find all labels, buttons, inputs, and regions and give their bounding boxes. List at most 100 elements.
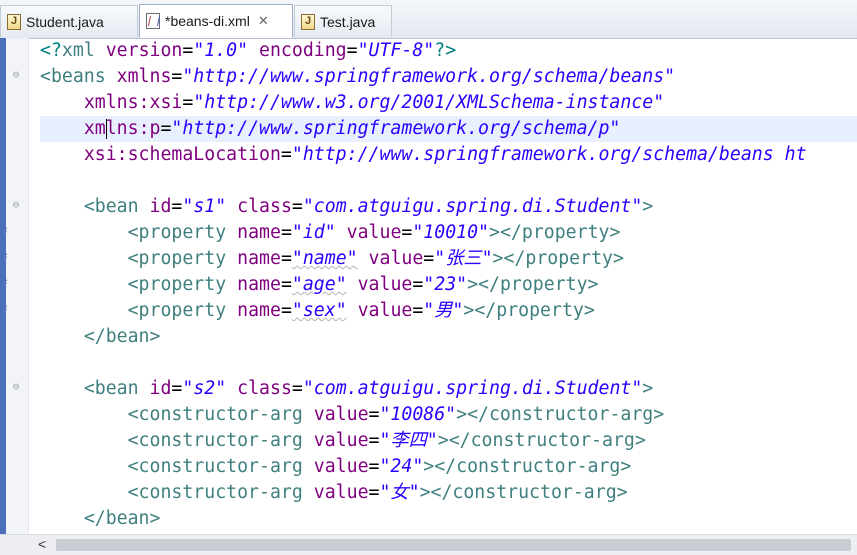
code-line[interactable]: <?xml version="1.0" encoding="UTF-8"?> <box>40 38 456 64</box>
code-text: = <box>401 222 413 243</box>
xml-tag: ></constructor-arg> <box>419 482 628 503</box>
xml-tag: ></property> <box>463 300 595 321</box>
code-line[interactable]: </bean> <box>40 324 161 350</box>
code-text: = <box>412 274 424 295</box>
code-line[interactable]: </bean> <box>40 506 161 532</box>
xml-tag: ></constructor-arg> <box>456 404 665 425</box>
code-line[interactable]: <beans xmlns="http://www.springframework… <box>40 64 675 90</box>
xml-tag: <constructor-arg <box>127 456 303 477</box>
code-line[interactable]: <property name="age" value="23"></proper… <box>40 272 599 298</box>
attribute-name: id <box>149 378 172 399</box>
xml-tag: <property <box>127 300 227 321</box>
attribute-value: "男" <box>423 300 464 321</box>
code-text: = <box>412 300 424 321</box>
scrollbar-thumb[interactable] <box>56 539 851 551</box>
xml-tag: <bean <box>83 378 139 399</box>
xml-tag: <bean <box>83 196 139 217</box>
attribute-value: "10010" <box>412 222 490 243</box>
attribute-name: xmlns:xsi <box>83 92 183 113</box>
code-line[interactable]: <bean id="s2" class="com.atguigu.spring.… <box>40 376 653 402</box>
code-line[interactable]: <constructor-arg value="24"></constructo… <box>40 454 632 480</box>
horizontal-scrollbar[interactable]: < <box>0 534 857 555</box>
fold-collapse-icon[interactable]: ⊖ <box>6 198 26 211</box>
attribute-name: id <box>149 196 172 217</box>
code-line[interactable]: <constructor-arg value="女"></constructor… <box>40 480 628 506</box>
xml-tag: <property <box>127 274 227 295</box>
code-text: = <box>291 196 303 217</box>
code-line[interactable]: <constructor-arg value="10086"></constru… <box>40 402 665 428</box>
attribute-name: xm <box>83 118 106 139</box>
code-line[interactable]: <bean id="s1" class="com.atguigu.spring.… <box>40 194 653 220</box>
attribute-value: "李四" <box>379 430 438 451</box>
attribute-name: name <box>237 248 281 269</box>
xml-tag: ></property> <box>467 274 599 295</box>
code-line[interactable]: xmlns:xsi="http://www.w3.org/2001/XMLSch… <box>40 90 664 116</box>
code-text: = <box>368 482 380 503</box>
fold-collapse-icon[interactable]: ⊖ <box>6 380 26 393</box>
fold-collapse-icon[interactable]: ⊖ <box>6 68 26 81</box>
code-editor[interactable]: <?xml version="1.0" encoding="UTF-8"?> <b… <box>40 38 857 534</box>
xml-tag: <property <box>127 248 227 269</box>
close-icon[interactable]: ✕ <box>258 13 269 29</box>
attribute-value: "http://www.springframework.org/schema/b… <box>291 144 807 165</box>
scroll-left-arrow-icon[interactable]: < <box>38 536 46 552</box>
code-line[interactable]: xmlns:p="http://www.springframework.org/… <box>40 116 620 142</box>
info-marker-icon: i <box>4 252 8 264</box>
code-text: = <box>280 222 292 243</box>
attribute-name: value <box>346 222 402 243</box>
attribute-name: name <box>237 222 281 243</box>
code-text: = <box>171 196 183 217</box>
xml-tag: <constructor-arg <box>127 404 303 425</box>
attribute-value: "http://www.springframework.org/schema/b… <box>182 66 676 87</box>
attribute-value: "age" <box>291 274 347 295</box>
editor-tab-bar: Student.java *beans-di.xml ✕ Test.java <box>0 0 857 39</box>
code-line[interactable]: xsi:schemaLocation="http://www.springfra… <box>40 142 807 168</box>
attribute-value: "sex" <box>291 300 347 321</box>
code-line[interactable]: <property name="name" value="张三"></prope… <box>40 246 624 272</box>
xml-tag: ?> <box>434 40 457 61</box>
java-file-icon <box>7 13 21 30</box>
attribute-value: "http://www.springframework.org/schema/p… <box>171 118 621 139</box>
code-line[interactable]: <property name="sex" value="男"></propert… <box>40 298 595 324</box>
code-text: = <box>280 248 292 269</box>
attribute-name: class <box>237 378 292 399</box>
attribute-name: class <box>237 196 292 217</box>
code-line[interactable]: <constructor-arg value="李四"></constructo… <box>40 428 646 454</box>
code-text: = <box>182 40 194 61</box>
tab-beans-di-xml[interactable]: *beans-di.xml ✕ <box>139 4 293 38</box>
xml-tag: xml <box>61 40 95 61</box>
attribute-name: encoding <box>259 40 347 61</box>
attribute-value: "女" <box>379 482 420 503</box>
xml-tag: ></constructor-arg> <box>423 456 632 477</box>
xml-tag: <property <box>127 222 227 243</box>
tab-test-java[interactable]: Test.java <box>294 5 392 37</box>
code-text: = <box>368 456 380 477</box>
attribute-value: "10086" <box>379 404 457 425</box>
attribute-value: "UTF-8" <box>357 40 435 61</box>
code-line[interactable]: <property name="id" value="10010"></prop… <box>40 220 621 246</box>
tab-student-java[interactable]: Student.java <box>0 5 138 37</box>
xml-file-icon <box>146 13 160 29</box>
xml-tag: <beans <box>40 66 106 87</box>
attribute-name: value <box>313 456 369 477</box>
